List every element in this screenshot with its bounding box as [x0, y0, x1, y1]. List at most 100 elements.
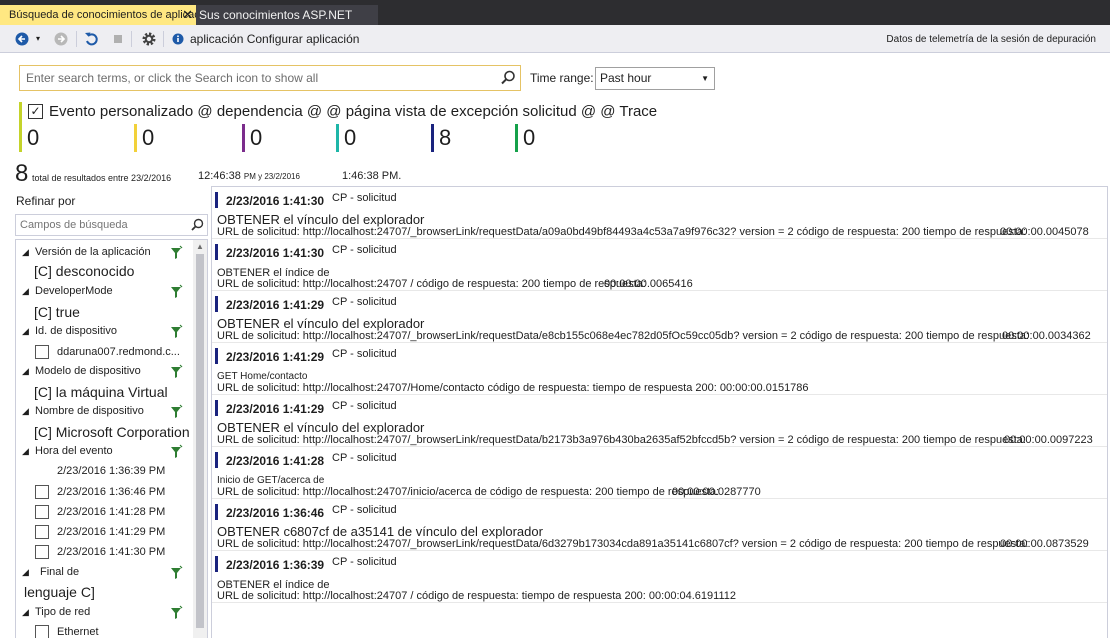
configure-app-link[interactable]: aplicación Configurar aplicación [190, 32, 359, 46]
filter-funnel-icon[interactable] [169, 364, 183, 380]
filter-option-device-id[interactable]: ddaruna007.redmond.c... [35, 344, 195, 362]
result-detail: URL de solicitud: http://localhost:24707… [217, 538, 1029, 550]
toolbar: ▾ aplicación Configurar aplicación Datos… [0, 25, 1110, 53]
filter-option-event-time[interactable]: 2/23/2016 1:36:39 PM [35, 463, 195, 481]
result-timestamp: 2/23/2016 1:36:46 [226, 506, 325, 520]
select-all-checkbox[interactable]: ✓ [28, 104, 43, 119]
filter-funnel-icon[interactable] [169, 404, 183, 420]
search-input[interactable] [20, 66, 496, 90]
filter-group-app-version[interactable]: ◢ Versión de la aplicación [16, 244, 194, 262]
checkbox[interactable] [35, 485, 49, 499]
collapse-triangle-icon[interactable]: ◢ [22, 366, 29, 377]
refresh-icon[interactable] [83, 30, 101, 48]
filter-funnel-icon[interactable] [169, 605, 183, 621]
result-detail: URL de solicitud: http://localhost:24707… [217, 434, 1026, 446]
collapse-triangle-icon[interactable]: ◢ [22, 446, 29, 457]
collapse-triangle-icon[interactable]: ◢ [22, 286, 29, 297]
chevron-down-icon[interactable]: ▾ [33, 30, 43, 48]
event-type-legend: Evento personalizado @ dependencia @ @ p… [49, 103, 658, 120]
collapse-triangle-icon[interactable]: ◢ [22, 607, 29, 618]
result-item[interactable]: 2/23/2016 1:41:29 CP - solicitud OBTENER… [212, 291, 1107, 343]
result-title: Inicio de GET/acerca de [217, 475, 325, 486]
result-timestamp: 2/23/2016 1:41:30 [226, 246, 325, 260]
filter-group-device-name[interactable]: ◢ Nombre de dispositivo [16, 403, 194, 421]
search-icon[interactable] [190, 217, 204, 233]
request-type-marker [215, 192, 218, 208]
filter-group-developer-mode[interactable]: ◢ DeveloperMode [16, 283, 194, 301]
checkbox[interactable] [35, 545, 49, 559]
filter-funnel-icon[interactable] [169, 565, 183, 581]
result-item[interactable]: 2/23/2016 1:41:30 CP - solicitud OBTENER… [212, 239, 1107, 291]
filter-group-device-id[interactable]: ◢ Id. de dispositivo [16, 323, 194, 341]
checkbox[interactable] [35, 505, 49, 519]
collapse-triangle-icon[interactable]: ◢ [22, 326, 29, 337]
time-range-select[interactable]: Past hour ▼ [595, 67, 715, 90]
count-dependency[interactable]: 0 [134, 124, 154, 152]
result-timestamp: 2/23/2016 1:41:29 [226, 298, 325, 312]
filter-value-device-model[interactable]: [C] la máquina Virtual [34, 384, 168, 400]
close-icon[interactable]: ✕ [182, 5, 193, 25]
collapse-triangle-icon[interactable]: ◢ [22, 406, 29, 417]
scrollbar-thumb[interactable] [196, 254, 204, 628]
filter-value-end[interactable]: lenguaje C] [24, 584, 95, 600]
filter-funnel-icon[interactable] [169, 245, 183, 261]
count-exception[interactable]: 0 [242, 124, 262, 152]
filter-value-app-version[interactable]: [C] desconocido [34, 263, 134, 279]
filter-group-end[interactable]: ◢ Final de [16, 564, 194, 582]
toolbar-separator [131, 31, 132, 47]
result-duration: 00:00:00.0065416 [604, 278, 693, 290]
filter-value-developer-mode[interactable]: [C] true [34, 304, 80, 320]
collapse-triangle-icon[interactable]: ◢ [22, 247, 29, 258]
result-item[interactable]: 2/23/2016 1:41:29 CP - solicitud GET Hom… [212, 343, 1107, 395]
checkbox[interactable] [35, 525, 49, 539]
filter-funnel-icon[interactable] [169, 324, 183, 340]
field-search-box [15, 214, 208, 236]
filter-value-device-name[interactable]: [C] Microsoft Corporation [34, 424, 190, 440]
filter-group-network-type[interactable]: ◢ Tipo de red [16, 604, 194, 622]
filter-funnel-icon[interactable] [169, 444, 183, 460]
filter-option-event-time[interactable]: 2/23/2016 1:41:29 PM [35, 524, 195, 542]
tab-label: Búsqueda de conocimientos de aplicación [9, 9, 196, 21]
chevron-up-icon[interactable]: ▲ [196, 242, 204, 251]
result-timestamp: 2/23/2016 1:41:29 [226, 402, 325, 416]
telemetry-source-label: Datos de telemetría de la sesión de depu… [886, 34, 1096, 45]
request-type-marker [215, 400, 218, 416]
field-search-input[interactable] [16, 215, 188, 235]
filter-scrollbar[interactable]: ▲ [193, 240, 207, 638]
result-duration: 00:00:00.0045078 [1000, 226, 1089, 238]
result-title: GET Home/contacto [217, 371, 308, 382]
search-icon[interactable] [500, 69, 516, 87]
refine-by-title: Refinar por [16, 194, 76, 208]
checkbox[interactable] [35, 345, 49, 359]
result-duration: 00:00:00.0873529 [1000, 538, 1089, 550]
checkbox[interactable] [35, 625, 49, 638]
back-icon[interactable] [14, 30, 32, 48]
filter-option-event-time[interactable]: 2/23/2016 1:41:30 PM [35, 544, 195, 562]
tab-app-insights-search[interactable]: Búsqueda de conocimientos de aplicación … [0, 5, 196, 25]
filter-group-device-model[interactable]: ◢ Modelo de dispositivo [16, 363, 194, 381]
count-page-view[interactable]: 0 [336, 124, 356, 152]
filter-option-event-time[interactable]: 2/23/2016 1:41:28 PM [35, 504, 195, 522]
result-item[interactable]: 2/23/2016 1:41:29 CP - solicitud OBTENER… [212, 395, 1107, 447]
result-type: CP - solicitud [332, 400, 397, 412]
filter-panel: ▲ ◢ Versión de la aplicación [C] descono… [15, 239, 208, 638]
result-item[interactable]: 2/23/2016 1:41:28 CP - solicitud Inicio … [212, 447, 1107, 499]
result-type: CP - solicitud [332, 504, 397, 516]
total-results-count: 8 [15, 160, 29, 187]
result-title: OBTENER el vínculo del explorador [217, 212, 425, 227]
count-trace[interactable]: 0 [515, 124, 535, 152]
tab-asp-net-insights[interactable]: Sus conocimientos ASP.NET [196, 5, 378, 25]
gear-icon[interactable] [140, 30, 158, 48]
result-item[interactable]: 2/23/2016 1:36:46 CP - solicitud OBTENER… [212, 499, 1107, 551]
filter-funnel-icon[interactable] [169, 284, 183, 300]
filter-option-network-type[interactable]: Ethernet [35, 624, 195, 638]
filter-option-event-time[interactable]: 2/23/2016 1:36:46 PM [35, 484, 195, 502]
result-type: CP - solicitud [332, 348, 397, 360]
collapse-triangle-icon[interactable]: ◢ [22, 567, 29, 578]
result-item[interactable]: 2/23/2016 1:41:30 CP - solicitud OBTENER… [212, 187, 1107, 239]
count-request[interactable]: 8 [431, 124, 451, 152]
result-duration: 00:00:00.0287770 [672, 486, 761, 498]
filter-group-event-time[interactable]: ◢ Hora del evento [16, 443, 194, 461]
result-item[interactable]: 2/23/2016 1:36:39 CP - solicitud OBTENER… [212, 551, 1107, 603]
count-custom-event[interactable]: 0 [19, 124, 39, 152]
